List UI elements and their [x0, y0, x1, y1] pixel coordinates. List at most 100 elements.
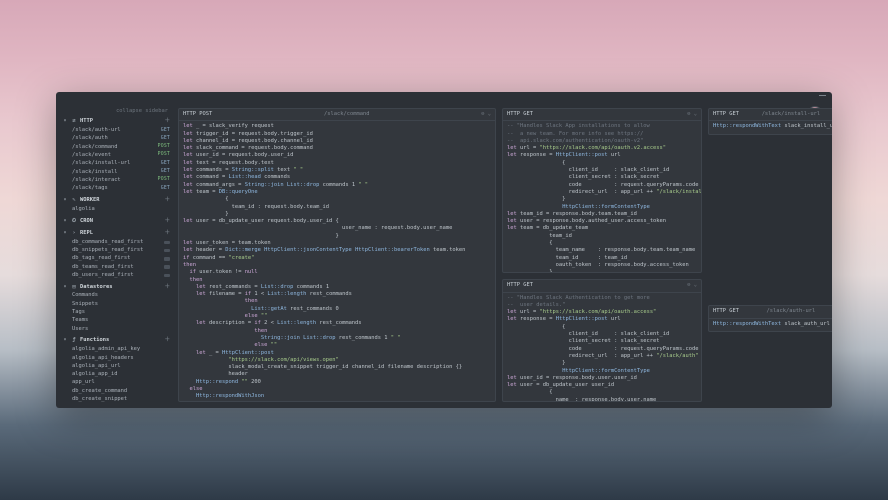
pane-slack-install[interactable]: HTTP GET ⊖ ⌄ -- "Handles Slack App insta…	[502, 108, 702, 273]
indicator	[164, 241, 170, 245]
sidebar-item[interactable]: /slack/installGET	[60, 168, 172, 176]
sidebar-item[interactable]: algolia_admin_api_key	[60, 346, 172, 354]
minimize-icon[interactable]	[819, 95, 826, 96]
section-head-datastores[interactable]: ▾ ▤ Datastores ＋	[60, 283, 172, 292]
worker-icon: ✎	[71, 197, 77, 204]
add-icon[interactable]: ＋	[165, 218, 170, 225]
sidebar-item-label: algolia_app_id	[72, 371, 117, 378]
sidebar-item[interactable]: db_tags_read_first	[60, 255, 172, 263]
sidebar-item-label: db_snippets_read_first	[72, 247, 143, 254]
sidebar-item[interactable]: db_snippets_read_first	[60, 246, 172, 254]
http-verb: GET	[161, 136, 170, 142]
add-icon[interactable]: ＋	[165, 197, 170, 204]
http-verb: GET	[161, 128, 170, 134]
sidebar-item[interactable]: db_commands_read_first	[60, 238, 172, 246]
sidebar-item[interactable]: Tags	[60, 309, 172, 317]
pane-code[interactable]: Http::respondWithText slack_auth_url 200	[709, 319, 832, 331]
sidebar-item[interactable]: db_users_read_first	[60, 271, 172, 279]
sidebar-item[interactable]: db_create_command	[60, 387, 172, 395]
cron-icon: ⏲	[71, 218, 77, 225]
canvas-col-right: HTTP GET /slack/install-url ⊖ ⌄ Http::re…	[708, 108, 832, 402]
sidebar-item-label: db_tags_read_first	[72, 255, 130, 262]
sidebar-item-label: /slack/event	[72, 152, 111, 159]
section-head-cron[interactable]: ▾ ⏲ CRON ＋	[60, 217, 172, 226]
sidebar-item[interactable]: /slack/event POST	[60, 151, 172, 159]
section-title: Functions	[80, 337, 109, 344]
sidebar-item[interactable]: algolia_api_headers	[60, 354, 172, 362]
caret-icon: ▾	[62, 218, 68, 225]
indicator	[164, 274, 170, 278]
add-icon[interactable]: ＋	[165, 337, 170, 344]
sidebar-item-label: db_users_read_first	[72, 272, 134, 279]
pane-code[interactable]: Http::respondWithText slack_install_url …	[709, 121, 832, 133]
sidebar-item-label: algolia	[72, 206, 95, 213]
pane-auth-url[interactable]: HTTP GET /slack/auth-url ⊖ ⌄ Http::respo…	[708, 305, 832, 332]
sidebar-item-label: Commands	[72, 292, 98, 299]
pane-header[interactable]: HTTP GET /slack/install-url ⊖ ⌄	[709, 109, 832, 121]
functions-icon: ƒ	[71, 337, 77, 344]
repl-icon: ›	[71, 230, 77, 237]
http-verb: POST	[158, 144, 170, 150]
canvas-col-mid: HTTP GET ⊖ ⌄ -- "Handles Slack App insta…	[502, 108, 702, 402]
section-title: HTTP	[80, 118, 93, 125]
caret-icon: ▾	[62, 230, 68, 237]
add-icon[interactable]: ＋	[165, 284, 170, 291]
section-head-worker[interactable]: ▾ ✎ WORKER ＋	[60, 196, 172, 205]
pane-code[interactable]: -- "Handles Slack App installations to a…	[503, 121, 701, 272]
sidebar-item[interactable]: algolia_api_url	[60, 362, 172, 370]
pane-install-url[interactable]: HTTP GET /slack/install-url ⊖ ⌄ Http::re…	[708, 108, 832, 135]
pane-meta: HTTP POST	[183, 111, 212, 118]
section-head-http[interactable]: ▾ ⇄ HTTP ＋	[60, 117, 172, 126]
pane-header[interactable]: HTTP GET ⊖ ⌄	[503, 280, 701, 292]
pane-slack-auth[interactable]: HTTP GET ⊖ ⌄ -- "Handles Slack Authentic…	[502, 279, 702, 402]
window-body: collapse sidebar ▾ ⇄ HTTP ＋ /slack/auth-…	[56, 104, 832, 408]
sidebar-item[interactable]: /slack/interactPOST	[60, 176, 172, 184]
canvas-col-main: HTTP POST /slack/command ⊖ ⌄ let _ = sla…	[178, 108, 496, 402]
section-title: REPL	[80, 230, 93, 237]
sidebar-item-label: algolia_api_url	[72, 363, 121, 370]
sidebar-item[interactable]: app_url	[60, 379, 172, 387]
pane-code[interactable]: -- "Handles Slack Authentication to get …	[503, 293, 701, 401]
http-verb: POST	[158, 152, 170, 158]
sidebar-item[interactable]: /slack/command POST	[60, 143, 172, 151]
sidebar-item-label: algolia_api_headers	[72, 355, 134, 362]
sidebar-item-label: Users	[72, 326, 88, 333]
sidebar-item-label: /slack/interact	[72, 177, 121, 184]
pane-controls[interactable]: ⊖ ⌄	[687, 111, 697, 118]
section-head-functions[interactable]: ▾ ƒ Functions ＋	[60, 336, 172, 345]
sidebar-item[interactable]: algolia	[60, 205, 172, 213]
sidebar-item[interactable]: /slack/authGET	[60, 135, 172, 143]
indicator	[164, 257, 170, 261]
section-title: Datastores	[80, 284, 112, 291]
http-verb: GET	[161, 161, 170, 167]
collapse-sidebar[interactable]: collapse sidebar	[60, 108, 172, 115]
section-head-repl[interactable]: ▾ › REPL ＋	[60, 229, 172, 238]
sidebar-item[interactable]: Commands	[60, 292, 172, 300]
section-title: CRON	[80, 218, 93, 225]
sidebar-item[interactable]: db_create_snippet	[60, 396, 172, 403]
sidebar-section-functions: ▾ ƒ Functions ＋ algolia_admin_api_key al…	[60, 336, 172, 402]
sidebar-item-label: /slack/install	[72, 169, 117, 176]
sidebar-item[interactable]: Teams	[60, 317, 172, 325]
add-icon[interactable]: ＋	[165, 118, 170, 125]
pane-header[interactable]: HTTP GET /slack/auth-url ⊖ ⌄	[709, 306, 832, 318]
sidebar-item-label: /slack/command	[72, 144, 117, 151]
sidebar-item[interactable]: /slack/tagsGET	[60, 185, 172, 193]
sidebar-item[interactable]: /slack/install-urlGET	[60, 160, 172, 168]
sidebar-item[interactable]: algolia_app_id	[60, 371, 172, 379]
pane-controls[interactable]: ⊖ ⌄	[481, 111, 491, 118]
sidebar-item[interactable]: Snippets	[60, 300, 172, 308]
add-icon[interactable]: ＋	[165, 230, 170, 237]
canvas[interactable]: HTTP POST /slack/command ⊖ ⌄ let _ = sla…	[178, 108, 832, 402]
http-verb: GET	[161, 186, 170, 192]
pane-controls[interactable]: ⊖ ⌄	[687, 282, 697, 289]
pane-slack-command[interactable]: HTTP POST /slack/command ⊖ ⌄ let _ = sla…	[178, 108, 496, 402]
sidebar-item[interactable]: db_teams_read_first	[60, 263, 172, 271]
sidebar-item[interactable]: /slack/auth-urlGET	[60, 127, 172, 135]
sidebar-item-label: app_url	[72, 379, 95, 386]
sidebar-section-worker: ▾ ✎ WORKER ＋ algolia	[60, 196, 172, 214]
pane-header[interactable]: HTTP GET ⊖ ⌄	[503, 109, 701, 121]
pane-code[interactable]: let _ = slack_verify requestlet trigger_…	[179, 121, 495, 401]
pane-header[interactable]: HTTP POST /slack/command ⊖ ⌄	[179, 109, 495, 121]
sidebar-item[interactable]: Users	[60, 325, 172, 333]
